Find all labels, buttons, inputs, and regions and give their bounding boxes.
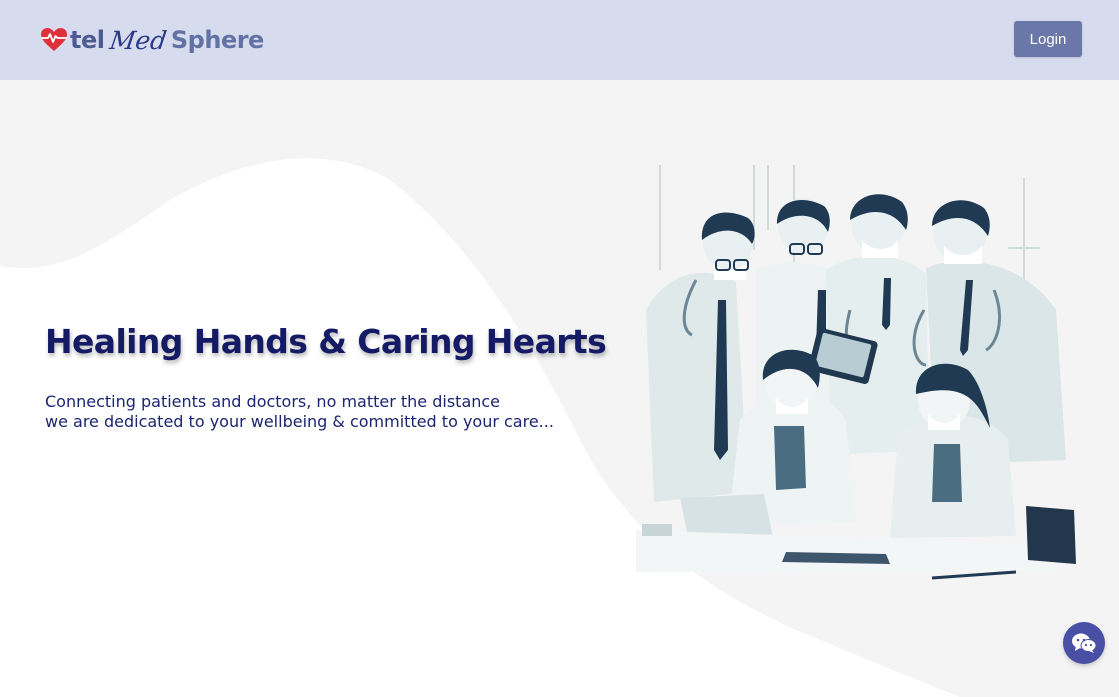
- chat-button[interactable]: [1063, 622, 1105, 664]
- hero-title: Healing Hands & Caring Hearts: [45, 322, 607, 361]
- brand-name-sphere: Sphere: [170, 26, 264, 54]
- heart-pulse-icon: [41, 28, 67, 51]
- brand-name-med: Med: [108, 25, 169, 55]
- hero-subtitle: Connecting patients and doctors, no matt…: [45, 392, 554, 432]
- wechat-icon: [1072, 633, 1097, 653]
- hero-subtitle-line-1: Connecting patients and doctors, no matt…: [45, 392, 501, 411]
- login-button[interactable]: Login: [1014, 21, 1082, 57]
- brand-name-tel: tel: [70, 26, 105, 54]
- doctors-team-illustration: [636, 165, 1076, 580]
- hero-subtitle-line-2: we are dedicated to your wellbeing & com…: [45, 412, 554, 431]
- brand-logo[interactable]: tel Med Sphere: [40, 22, 264, 58]
- top-navbar: tel Med Sphere Login: [0, 0, 1119, 80]
